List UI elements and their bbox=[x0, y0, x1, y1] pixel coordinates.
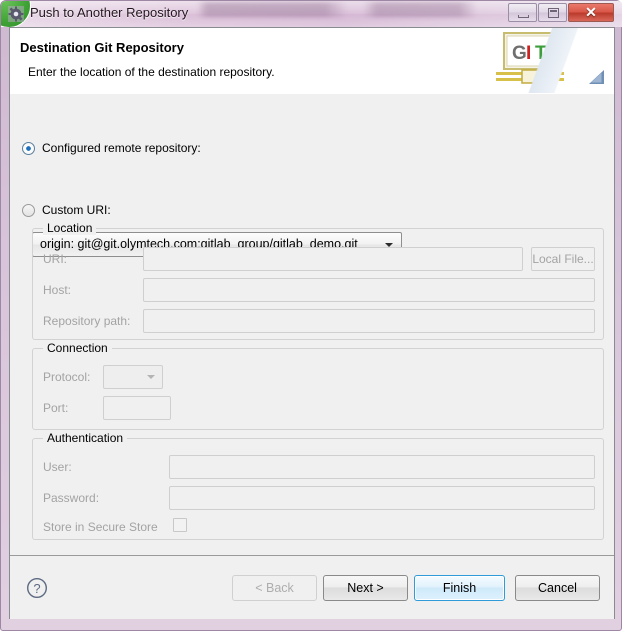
gear-icon bbox=[8, 6, 24, 22]
user-input[interactable] bbox=[169, 455, 595, 479]
page-description: Enter the location of the destination re… bbox=[28, 65, 275, 79]
user-label: User: bbox=[43, 460, 72, 474]
location-group-title: Location bbox=[43, 221, 97, 235]
radio-configured-remote-label: Configured remote repository: bbox=[42, 141, 201, 155]
maximize-button[interactable] bbox=[538, 3, 567, 22]
close-icon: ✕ bbox=[585, 4, 597, 20]
repository-path-input[interactable] bbox=[143, 309, 595, 333]
background-window-title-blur bbox=[197, 2, 497, 17]
dialog-button-bar: ? < Back Next > Finish Cancel bbox=[10, 555, 614, 619]
radio-custom-uri-label: Custom URI: bbox=[42, 203, 111, 217]
minimize-button[interactable] bbox=[508, 3, 537, 22]
svg-text:?: ? bbox=[33, 581, 40, 596]
location-group: Location URI: Local File... Host: Reposi… bbox=[32, 221, 604, 340]
protocol-combo[interactable] bbox=[103, 365, 163, 389]
banner-swoosh-decoration bbox=[494, 28, 614, 93]
cancel-button[interactable]: Cancel bbox=[515, 575, 600, 601]
connection-group: Connection Protocol: Port: bbox=[32, 341, 604, 430]
wizard-banner: G I T bbox=[494, 28, 614, 93]
authentication-group: Authentication User: Password: Store in … bbox=[32, 431, 604, 540]
radio-custom-uri[interactable]: Custom URI: bbox=[22, 202, 111, 218]
next-button[interactable]: Next > bbox=[323, 575, 408, 601]
authentication-group-title: Authentication bbox=[43, 431, 128, 445]
local-file-button[interactable]: Local File... bbox=[531, 247, 595, 271]
password-input[interactable] bbox=[169, 486, 595, 510]
host-input[interactable] bbox=[143, 278, 595, 302]
maximize-icon bbox=[548, 8, 559, 18]
connection-group-title: Connection bbox=[43, 341, 112, 355]
port-label: Port: bbox=[43, 401, 69, 415]
radio-configured-remote[interactable]: Configured remote repository: bbox=[22, 140, 201, 156]
uri-input[interactable] bbox=[143, 247, 523, 271]
wizard-header: Destination Git Repository Enter the loc… bbox=[10, 28, 614, 95]
password-label: Password: bbox=[43, 491, 100, 505]
back-button[interactable]: < Back bbox=[232, 575, 317, 601]
close-button[interactable]: ✕ bbox=[568, 3, 614, 22]
dialog-window: Push to Another Repository ✕ Destination… bbox=[0, 0, 622, 631]
protocol-label: Protocol: bbox=[43, 370, 91, 384]
chevron-down-icon bbox=[147, 375, 155, 379]
page-title: Destination Git Repository bbox=[20, 40, 184, 55]
radio-custom-uri-indicator bbox=[22, 203, 35, 217]
title-bar[interactable]: Push to Another Repository ✕ bbox=[1, 1, 622, 27]
finish-button[interactable]: Finish bbox=[414, 575, 505, 601]
help-icon[interactable]: ? bbox=[26, 577, 48, 599]
store-secure-store-label: Store in Secure Store bbox=[43, 520, 158, 534]
window-title: Push to Another Repository bbox=[30, 5, 189, 20]
radio-configured-remote-indicator bbox=[22, 141, 35, 155]
repository-path-label: Repository path: bbox=[43, 314, 131, 328]
store-secure-store-checkbox[interactable] bbox=[173, 518, 187, 532]
uri-label: URI: bbox=[43, 252, 67, 266]
dialog-client-area: Destination Git Repository Enter the loc… bbox=[9, 27, 615, 619]
port-input[interactable] bbox=[103, 396, 171, 420]
host-label: Host: bbox=[43, 283, 72, 297]
minimize-icon bbox=[518, 15, 529, 18]
wizard-body: Configured remote repository: origin: gi… bbox=[10, 94, 614, 554]
